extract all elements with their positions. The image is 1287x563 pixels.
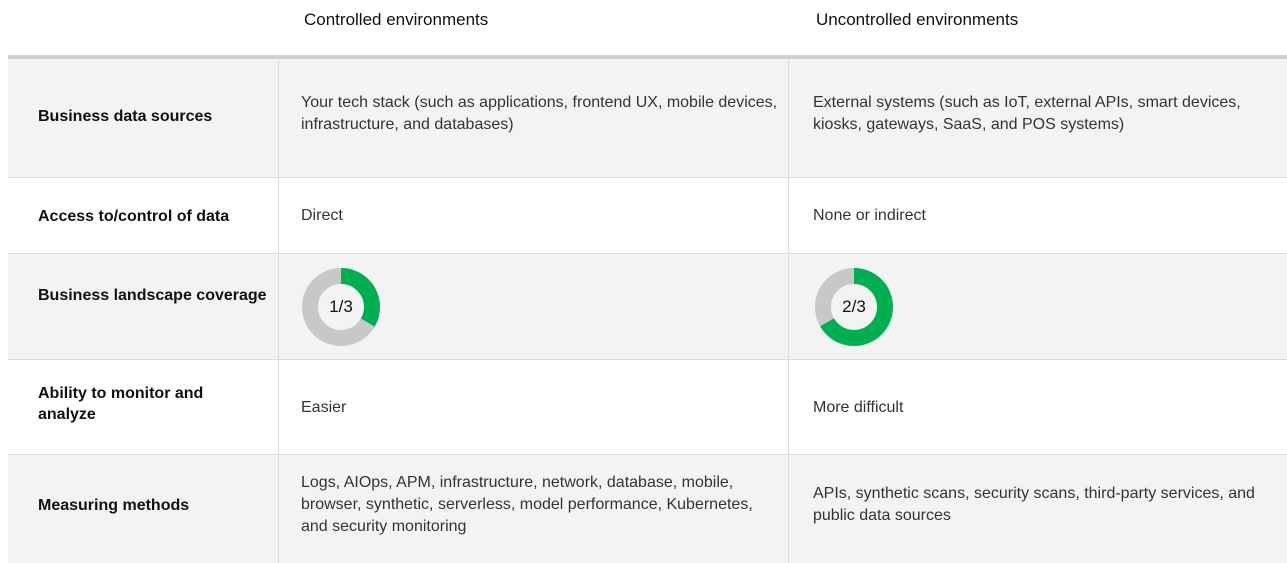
table-row-data-sources: Business data sources Your tech stack (s… (8, 59, 1287, 177)
cell-controlled: Direct (301, 207, 343, 224)
column-divider (278, 59, 279, 177)
comparison-table: Controlled environments Uncontrolled env… (0, 0, 1287, 563)
column-divider (788, 254, 789, 359)
cell-controlled: Logs, AIOps, APM, infrastructure, networ… (301, 474, 753, 535)
column-divider (278, 360, 279, 454)
column-header-controlled: Controlled environments (304, 10, 489, 29)
column-divider (278, 455, 279, 563)
table-row-monitor: Ability to monitor and analyze Easier Mo… (8, 360, 1287, 454)
cell-uncontrolled: More difficult (813, 399, 904, 416)
cell-uncontrolled: None or indirect (813, 207, 926, 224)
cell-uncontrolled: APIs, synthetic scans, security scans, t… (813, 485, 1255, 524)
coverage-donut-controlled: 1/3 (301, 267, 381, 347)
row-label: Access to/control of data (38, 208, 230, 225)
cell-uncontrolled: External systems (such as IoT, external … (813, 94, 1241, 133)
table-row-access: Access to/control of data Direct None or… (8, 178, 1287, 253)
cell-controlled: Easier (301, 399, 347, 416)
row-label: Measuring methods (38, 497, 190, 514)
column-divider (278, 254, 279, 359)
table-row-coverage: Business landscape coverage 1/3 2/3 (8, 254, 1287, 359)
table-header: Controlled environments Uncontrolled env… (0, 0, 1287, 55)
column-divider (278, 178, 279, 253)
coverage-value: 2/3 (842, 297, 866, 316)
column-divider (788, 455, 789, 563)
coverage-value: 1/3 (329, 297, 353, 316)
cell-controlled: Your tech stack (such as applications, f… (301, 94, 778, 133)
coverage-donut-uncontrolled: 2/3 (814, 267, 894, 347)
row-label: Business landscape coverage (38, 287, 267, 304)
column-header-uncontrolled: Uncontrolled environments (816, 10, 1019, 29)
row-label: Ability to monitor and analyze (38, 385, 204, 423)
table-row-methods: Measuring methods Logs, AIOps, APM, infr… (8, 455, 1287, 563)
row-label: Business data sources (38, 108, 213, 125)
